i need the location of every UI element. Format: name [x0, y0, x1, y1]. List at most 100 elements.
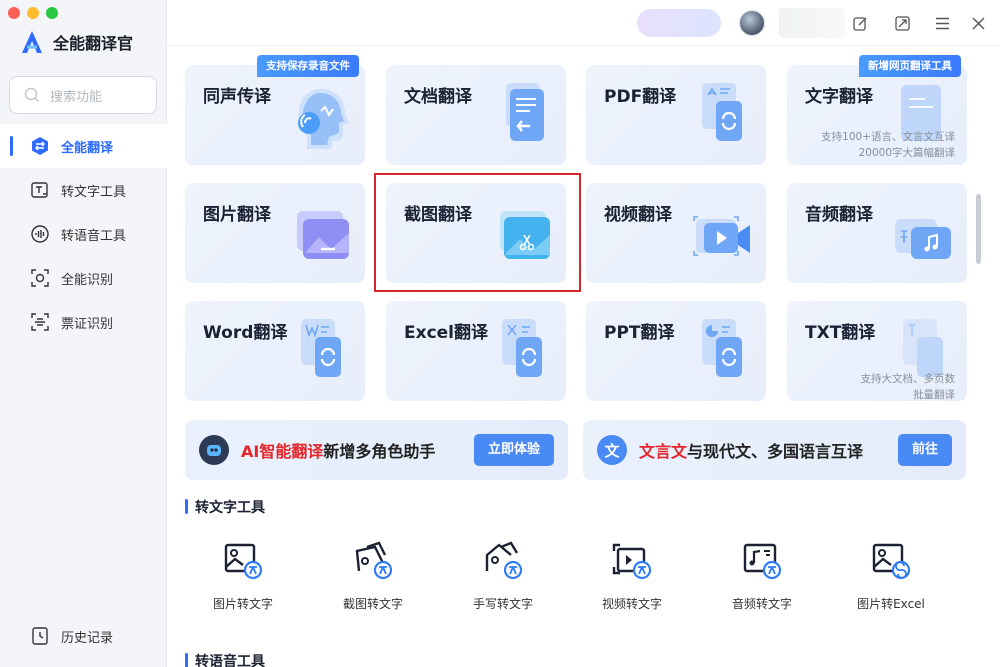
- sidebar-item-receipt-recognition[interactable]: 票证识别: [0, 300, 167, 344]
- search-input[interactable]: 搜索功能: [9, 76, 157, 114]
- feedback-button[interactable]: [849, 12, 871, 34]
- card-title: PDF翻译: [604, 87, 677, 107]
- tool-label: 手写转文字: [472, 597, 533, 611]
- vip-button[interactable]: [637, 9, 721, 37]
- card-note-line: 支持100+语言、文言文互译: [821, 131, 955, 143]
- tool-label: 音频转文字: [731, 597, 792, 611]
- card-title: PPT翻译: [604, 323, 675, 343]
- robot-icon: [199, 435, 229, 465]
- tool-handwriting-to-text[interactable]: 手写转文字: [448, 541, 558, 612]
- card-text-translate[interactable]: 新增网页翻译工具 文字翻译 支持100+语言、文言文互译 20000字大篇幅翻译: [787, 55, 967, 165]
- window-controls: [8, 7, 58, 19]
- close-icon: [972, 17, 984, 29]
- sidebar-item-voice-tools[interactable]: 转语音工具: [0, 212, 167, 256]
- menu-button[interactable]: [931, 12, 953, 34]
- tool-image-to-excel[interactable]: 图片转Excel: [836, 541, 946, 612]
- close-button[interactable]: [967, 12, 989, 34]
- sidebar-item-all-recognition[interactable]: 全能识别: [0, 256, 167, 300]
- card-title: 音频翻译: [805, 205, 873, 225]
- sidebar-item-label: 票证识别: [61, 316, 114, 332]
- search-icon: [24, 87, 40, 103]
- card-image-translate[interactable]: 图片翻译: [185, 183, 365, 283]
- interpretation-head-icon: [298, 89, 349, 149]
- brand: 全能翻译官: [21, 30, 133, 54]
- image-to-text-icon: [224, 543, 263, 580]
- menu-icon: [935, 17, 949, 29]
- username: [779, 8, 845, 38]
- ppt-file-icon: [702, 319, 742, 377]
- card-note-line: 20000字大篇幅翻译: [858, 147, 955, 159]
- edit-icon: [852, 16, 866, 31]
- audio-file-icon: [895, 219, 951, 259]
- search-placeholder: 搜索功能: [50, 89, 103, 105]
- minimize-window-button[interactable]: [27, 7, 39, 19]
- excel-file-icon: [502, 319, 542, 377]
- sidebar-item-text-tools[interactable]: 转文字工具: [0, 168, 167, 212]
- card-title: 图片翻译: [203, 205, 271, 225]
- pdf-file-icon: [702, 83, 742, 141]
- card-title: Word翻译: [203, 323, 288, 343]
- card-audio-translate[interactable]: 音频翻译: [787, 183, 967, 283]
- card-video-translate[interactable]: 视频翻译: [586, 183, 766, 283]
- tool-screenshot-to-text[interactable]: 截图转文字: [318, 541, 428, 612]
- card-pdf-translate[interactable]: PDF翻译: [586, 65, 766, 165]
- tool-label: 图片转Excel: [857, 597, 925, 611]
- card-title: 同声传译: [203, 87, 271, 107]
- card-badge: 支持保存录音文件: [257, 55, 359, 77]
- translate-icon: [30, 136, 50, 156]
- card-title: Excel翻译: [404, 323, 489, 343]
- card-title: TXT翻译: [805, 323, 876, 343]
- close-window-button[interactable]: [8, 7, 20, 19]
- card-word-translate[interactable]: Word翻译: [185, 301, 365, 401]
- banner-text: 文言文与现代文、多国语言互译: [639, 438, 863, 462]
- voice-icon: [30, 224, 50, 244]
- word-file-icon: [301, 319, 341, 377]
- banner-highlight: AI智能翻译: [241, 442, 324, 461]
- document-icon: [506, 83, 544, 141]
- app-name: 全能翻译官: [53, 34, 134, 53]
- wen-icon: 文: [597, 435, 627, 465]
- classical-chinese-banner[interactable]: 文 文言文与现代文、多国语言互译 前往: [583, 420, 966, 480]
- scan-icon: [30, 268, 50, 288]
- card-note-line: 批量翻译: [913, 389, 955, 401]
- section-title-text-tools: 转文字工具: [185, 497, 265, 517]
- card-txt-translate[interactable]: TXT翻译 支持大文档、多页数 批量翻译: [787, 301, 967, 401]
- handwriting-to-text-icon: [485, 541, 523, 580]
- sidebar-nav: 全能翻译 转文字工具 转语音工具 全能识别 票证识别: [0, 124, 167, 344]
- tool-audio-to-text[interactable]: 音频转文字: [707, 541, 817, 612]
- tool-image-to-text[interactable]: 图片转文字: [188, 541, 298, 612]
- card-simultaneous-interpretation[interactable]: 支持保存录音文件 同声传译: [185, 55, 365, 165]
- avatar[interactable]: [739, 10, 765, 36]
- resize-icon: [894, 15, 910, 31]
- video-camera-icon: [693, 216, 750, 256]
- card-badge: 新增网页翻译工具: [859, 55, 961, 77]
- sidebar-item-label: 转语音工具: [61, 228, 127, 244]
- sidebar-item-all-translate[interactable]: 全能翻译: [0, 124, 167, 168]
- tool-video-to-text[interactable]: 视频转文字: [577, 541, 687, 612]
- card-note: 支持100+语言、文言文互译 20000字大篇幅翻译: [821, 129, 955, 161]
- tool-label: 图片转文字: [212, 597, 273, 611]
- card-note-line: 支持大文档、多页数: [860, 373, 956, 385]
- app-logo-icon: [22, 31, 42, 53]
- card-document-translate[interactable]: 文档翻译: [386, 65, 566, 165]
- tool-label: 视频转文字: [601, 597, 662, 611]
- image-icon: [297, 211, 349, 259]
- go-button[interactable]: 前往: [897, 434, 952, 466]
- scrollbar[interactable]: [976, 194, 981, 264]
- card-title: 文字翻译: [805, 87, 873, 107]
- banner-rest: 与现代文、多国语言互译: [687, 442, 864, 461]
- card-ppt-translate[interactable]: PPT翻译: [586, 301, 766, 401]
- history-button[interactable]: 历史记录: [0, 614, 167, 658]
- tool-label: 截图转文字: [342, 597, 403, 611]
- ai-translate-banner[interactable]: AI智能翻译新增多角色助手 立即体验: [185, 420, 568, 480]
- maximize-window-button[interactable]: [46, 7, 58, 19]
- card-excel-translate[interactable]: Excel翻译: [386, 301, 566, 401]
- banner-text: AI智能翻译新增多角色助手: [241, 438, 435, 462]
- try-now-button[interactable]: 立即体验: [473, 434, 554, 466]
- image-to-excel-icon: [872, 543, 911, 580]
- mini-mode-button[interactable]: [891, 12, 913, 34]
- card-note: 支持大文档、多页数 批量翻译: [861, 371, 956, 403]
- sidebar-item-label: 全能翻译: [61, 140, 114, 156]
- card-title: 视频翻译: [604, 205, 672, 225]
- receipt-scan-icon: [30, 312, 50, 332]
